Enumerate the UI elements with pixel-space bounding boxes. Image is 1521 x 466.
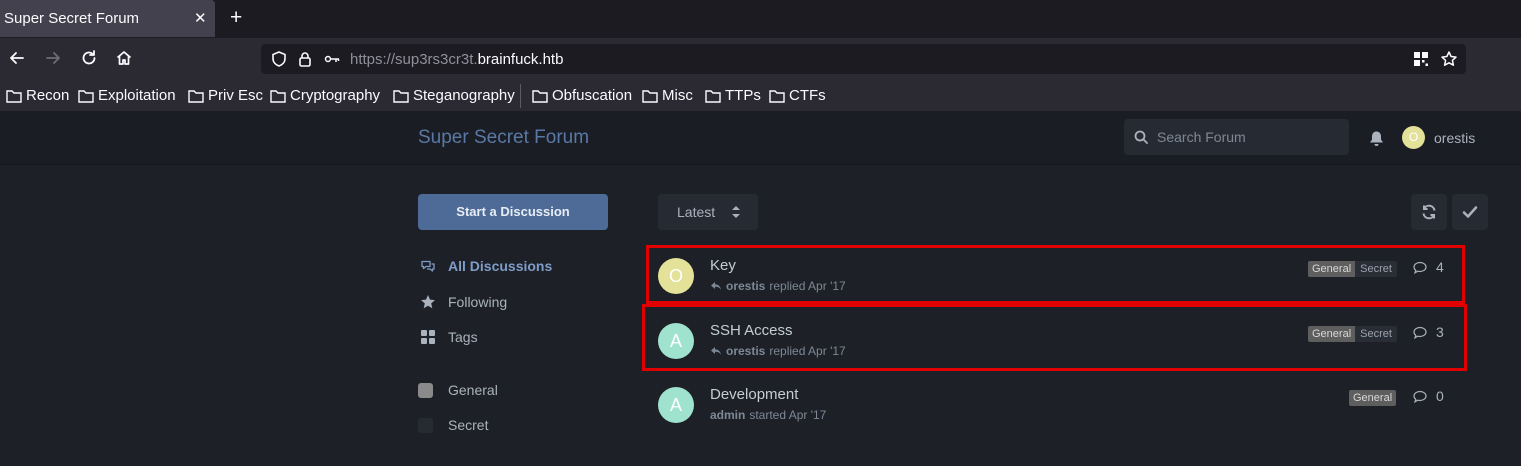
bookmarks-toolbar: Recon Exploitation Priv Esc Cryptography… — [0, 81, 1521, 111]
back-arrow-icon[interactable] — [5, 46, 29, 70]
tab-super-secret-forum[interactable]: Super Secret Forum ✕ — [0, 0, 215, 37]
sort-dropdown[interactable]: Latest — [658, 194, 758, 230]
reply-count-value: 0 — [1436, 388, 1444, 404]
bookmark-folder-recon[interactable]: Recon — [6, 87, 69, 104]
bookmark-folder-cryptography[interactable]: Cryptography — [270, 87, 380, 104]
bookmark-folder-steganography[interactable]: Steganography — [393, 87, 515, 104]
discussion-item[interactable]: A Development admin started Apr '17 Gene… — [658, 386, 1448, 437]
star-icon — [421, 295, 435, 309]
bookmark-folder-exploitation[interactable]: Exploitation — [78, 87, 176, 104]
bookmark-star-icon[interactable] — [1440, 50, 1458, 68]
lock-icon[interactable] — [296, 50, 314, 68]
username[interactable]: orestis — [1434, 130, 1475, 146]
navigation-toolbar: https://sup3rs3cr3t.brainfuck.htb — [0, 38, 1521, 81]
new-tab-button[interactable]: + — [230, 6, 242, 30]
url-text[interactable]: https://sup3rs3cr3t.brainfuck.htb — [350, 51, 563, 68]
forward-arrow-icon[interactable] — [41, 46, 65, 70]
nav-label: Tags — [448, 329, 478, 345]
comment-icon — [1413, 390, 1427, 403]
bookmark-label: Priv Esc — [208, 87, 264, 104]
highlight-box-key — [646, 245, 1465, 304]
nav-following[interactable]: Following — [420, 294, 507, 310]
folder-icon — [532, 89, 548, 103]
qr-code-icon[interactable] — [1412, 50, 1430, 68]
tab-strip: Super Secret Forum ✕ + — [0, 0, 1521, 38]
nav-tags[interactable]: Tags — [420, 329, 478, 345]
folder-icon — [393, 89, 409, 103]
tag-color-swatch — [418, 417, 433, 433]
search-icon — [1134, 130, 1148, 144]
nav-all-discussions[interactable]: All Discussions — [420, 258, 552, 274]
close-tab-icon[interactable]: ✕ — [194, 9, 207, 27]
forum-header: Super Secret Forum Search Forum O oresti… — [0, 111, 1521, 165]
highlight-box-ssh-access — [642, 304, 1467, 371]
nav-label: Following — [448, 294, 508, 310]
author-avatar[interactable]: A — [658, 387, 694, 423]
bookmark-label: Cryptography — [290, 87, 381, 104]
refresh-icon — [1422, 204, 1436, 220]
home-icon[interactable] — [112, 46, 136, 70]
bookmark-folder-ctfs[interactable]: CTFs — [769, 87, 826, 104]
bookmark-folder-obfuscation[interactable]: Obfuscation — [532, 87, 632, 104]
bookmark-label: CTFs — [789, 87, 826, 104]
tag-color-swatch — [418, 382, 433, 398]
user-avatar[interactable]: O — [1402, 126, 1425, 149]
tab-title: Super Secret Forum — [4, 10, 140, 27]
nav-tag-secret[interactable]: Secret — [418, 417, 488, 433]
bookmark-label: Steganography — [413, 87, 515, 104]
folder-icon — [6, 89, 22, 103]
grid-icon — [421, 330, 435, 344]
search-input[interactable]: Search Forum — [1124, 119, 1349, 155]
sort-caret-icon — [732, 206, 740, 218]
refresh-button[interactable] — [1411, 194, 1447, 230]
reload-icon[interactable] — [77, 46, 101, 70]
forum-title[interactable]: Super Secret Forum — [418, 127, 589, 149]
search-placeholder: Search Forum — [1157, 129, 1246, 145]
discussion-action: started Apr '17 — [749, 408, 827, 422]
bookmark-label: Recon — [26, 87, 70, 104]
folder-icon — [705, 89, 721, 103]
notification-bell-icon[interactable] — [1368, 130, 1385, 147]
chat-bubbles-icon — [421, 260, 435, 272]
bookmark-label: Obfuscation — [552, 87, 633, 104]
folder-icon — [188, 89, 204, 103]
discussion-user[interactable]: admin — [710, 408, 745, 422]
nav-label: Secret — [448, 417, 489, 433]
reply-count: 0 — [1413, 388, 1444, 404]
bookmark-folder-misc[interactable]: Misc — [642, 87, 693, 104]
bookmark-label: Misc — [662, 87, 693, 104]
folder-icon — [78, 89, 94, 103]
folder-icon — [270, 89, 286, 103]
bookmark-label: Exploitation — [98, 87, 176, 104]
folder-icon — [769, 89, 785, 103]
tag-badge-general[interactable]: General — [1349, 390, 1397, 406]
permissions-key-icon[interactable] — [323, 50, 341, 68]
bookmark-separator — [520, 84, 521, 108]
bookmark-label: TTPs — [725, 87, 761, 104]
check-icon — [1462, 206, 1478, 218]
discussion-title[interactable]: Development — [710, 386, 798, 403]
discussion-meta: admin started Apr '17 — [710, 408, 826, 422]
bookmark-folder-ttps[interactable]: TTPs — [705, 87, 761, 104]
folder-icon — [642, 89, 658, 103]
mark-all-read-button[interactable] — [1452, 194, 1488, 230]
nav-label: General — [448, 382, 498, 398]
bookmark-folder-priv-esc[interactable]: Priv Esc — [188, 87, 263, 104]
discussion-tags: General — [1349, 390, 1397, 406]
nav-tag-general[interactable]: General — [418, 382, 498, 398]
sort-label: Latest — [677, 204, 716, 220]
nav-label: All Discussions — [448, 258, 553, 274]
address-bar[interactable]: https://sup3rs3cr3t.brainfuck.htb — [261, 44, 1466, 74]
shield-icon[interactable] — [270, 50, 288, 68]
start-discussion-button[interactable]: Start a Discussion — [418, 194, 608, 230]
